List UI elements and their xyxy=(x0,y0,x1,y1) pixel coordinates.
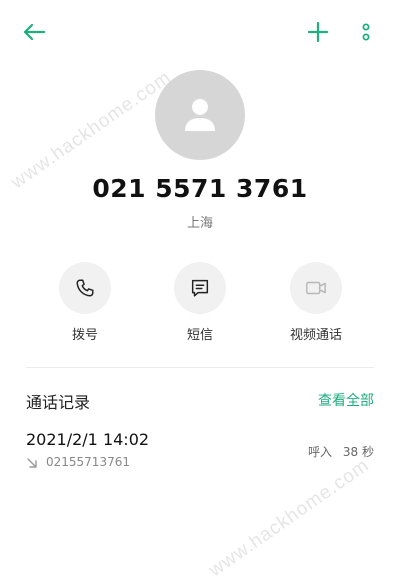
phone-number: 021 5571 3761 xyxy=(92,174,308,203)
dial-label: 拨号 xyxy=(71,328,98,343)
call-type: 呼入 xyxy=(308,445,333,459)
phone-icon xyxy=(76,279,94,297)
plus-icon xyxy=(307,21,329,43)
call-datetime: 2021/2/1 14:02 xyxy=(26,430,150,449)
video-icon-circle xyxy=(290,262,342,314)
sms-button[interactable]: 短信 xyxy=(160,262,240,343)
dial-icon-circle xyxy=(59,262,111,314)
sms-label: 短信 xyxy=(186,328,213,343)
call-history-title: 通话记录 xyxy=(26,393,91,412)
dial-button[interactable]: 拨号 xyxy=(45,262,125,343)
video-call-label: 视频通话 xyxy=(289,328,342,343)
video-camera-icon xyxy=(306,281,326,295)
back-button[interactable] xyxy=(14,14,54,50)
location-label: 上海 xyxy=(186,216,213,231)
more-options-button[interactable] xyxy=(348,14,384,50)
call-number: 02155713761 xyxy=(46,455,130,469)
view-all-link[interactable]: 查看全部 xyxy=(300,390,374,410)
sms-icon-circle xyxy=(174,262,226,314)
person-icon xyxy=(185,99,215,131)
video-call-button[interactable]: 视频通话 xyxy=(276,262,356,343)
arrow-left-icon xyxy=(23,23,46,41)
add-contact-button[interactable] xyxy=(300,14,336,50)
more-vertical-icon xyxy=(362,23,370,41)
divider xyxy=(26,367,374,368)
incoming-arrow-icon xyxy=(27,458,37,468)
message-icon xyxy=(191,279,209,297)
